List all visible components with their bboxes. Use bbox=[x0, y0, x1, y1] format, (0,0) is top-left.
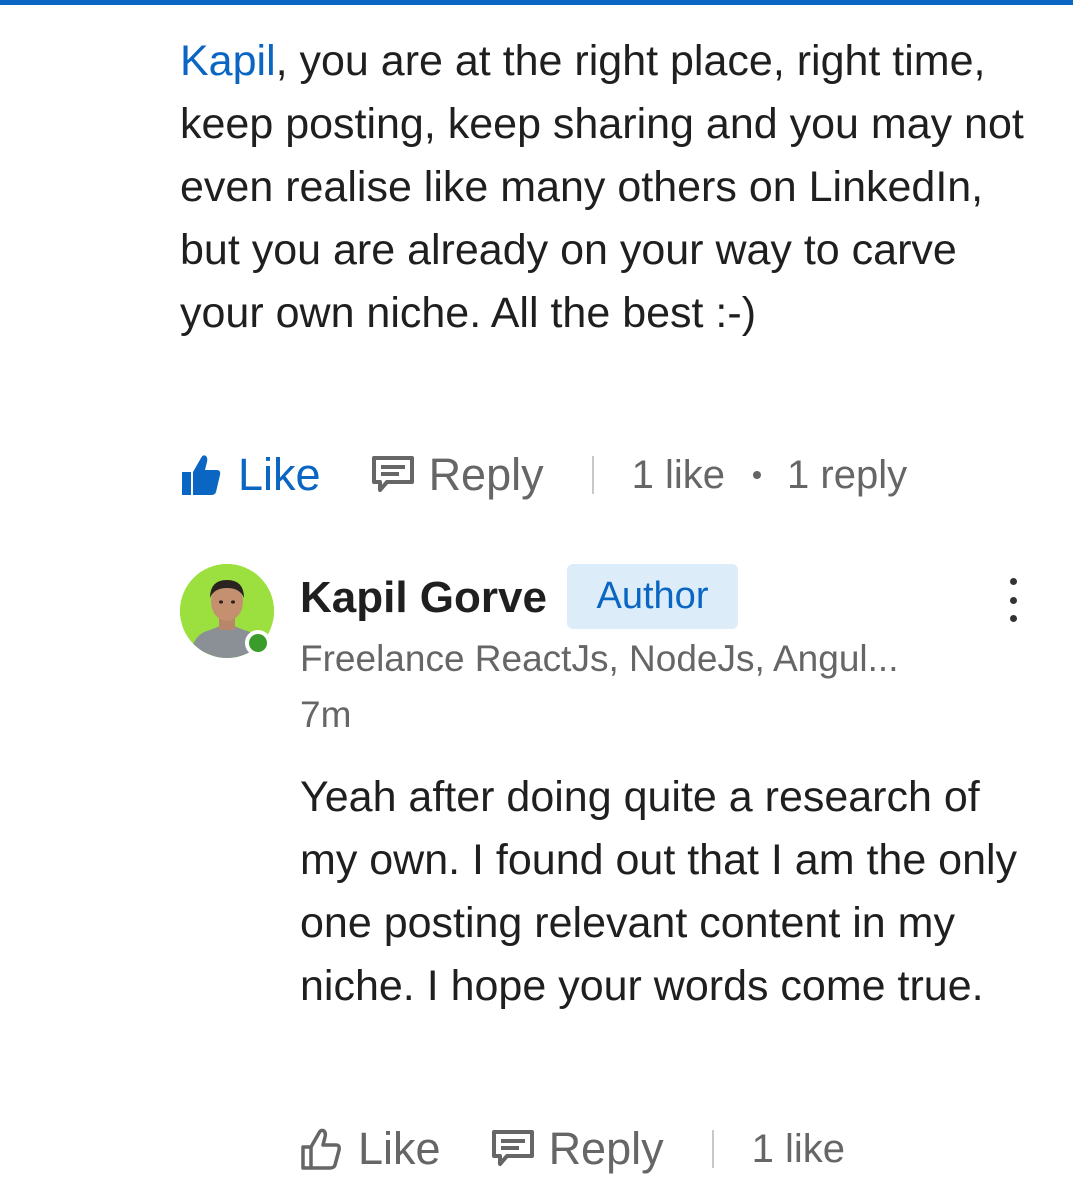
vertical-ellipsis-icon[interactable] bbox=[995, 578, 1031, 622]
reply-reply-label: Reply bbox=[548, 1123, 664, 1174]
like-label: Like bbox=[238, 449, 321, 500]
thumbs-up-outline-icon bbox=[300, 1127, 342, 1171]
speech-bubble-icon bbox=[491, 1129, 535, 1169]
like-button[interactable]: Like bbox=[180, 445, 321, 505]
thumbs-up-filled-icon bbox=[180, 453, 222, 497]
top-accent-bar bbox=[0, 0, 1073, 5]
actions-divider bbox=[711, 1130, 714, 1168]
reply-reply-button[interactable]: Reply bbox=[491, 1119, 664, 1179]
reply-button[interactable]: Reply bbox=[371, 445, 544, 505]
reply-label: Reply bbox=[428, 449, 544, 500]
comment-actions: Like Reply 1 like 1 reply bbox=[180, 445, 907, 505]
reply-timestamp: 7m bbox=[300, 694, 352, 735]
replies-count[interactable]: 1 reply bbox=[787, 445, 907, 505]
author-name[interactable]: Kapil Gorve bbox=[300, 570, 547, 626]
reply-body: Yeah after doing quite a research of my … bbox=[300, 773, 1018, 1010]
comment-body: Kapil, you are at the right place, right… bbox=[180, 30, 1050, 345]
speech-bubble-icon bbox=[371, 455, 415, 495]
reply-like-label: Like bbox=[358, 1123, 441, 1174]
comment-text: , you are at the right place, right time… bbox=[180, 37, 1024, 337]
author-badge: Author bbox=[567, 564, 738, 629]
author-headline: Freelance ReactJs, NodeJs, Angul... bbox=[300, 638, 899, 679]
likes-count[interactable]: 1 like bbox=[632, 445, 725, 505]
online-status-indicator bbox=[245, 630, 271, 656]
separator-dot bbox=[753, 471, 762, 479]
actions-divider bbox=[591, 456, 594, 494]
reply-likes-count[interactable]: 1 like bbox=[752, 1119, 845, 1179]
reply-like-button[interactable]: Like bbox=[300, 1119, 441, 1179]
mention-link[interactable]: Kapil bbox=[180, 37, 276, 85]
reply-actions: Like Reply 1 like bbox=[300, 1119, 845, 1179]
